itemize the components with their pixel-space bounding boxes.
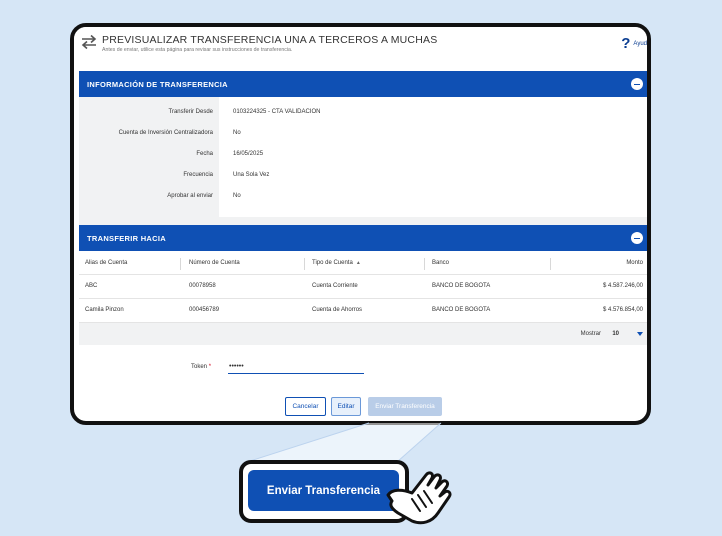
token-label-text: Token xyxy=(191,364,208,370)
info-row: Frecuencia Una Sola Vez xyxy=(79,166,647,186)
to-section-title: TRANSFERIR HACIA xyxy=(87,233,166,243)
info-row: Aprobar al enviar No xyxy=(79,187,647,207)
send-transfer-button[interactable]: Enviar Transferencia xyxy=(368,397,442,416)
page-size-select[interactable]: 10 xyxy=(612,331,619,337)
app-window: PREVISUALIZAR TRANSFERENCIA UNA A TERCER… xyxy=(70,23,651,425)
info-section-title: INFORMACIÓN DE TRANSFERENCIA xyxy=(87,79,228,89)
table-row: ABC 00078958 Cuenta Corriente BANCO DE B… xyxy=(79,275,647,299)
table-row: Camila Pinzon 000456789 Cuenta de Ahorro… xyxy=(79,299,647,323)
recipients-table: Alias de Cuenta Número de Cuenta Tipo de… xyxy=(79,253,647,323)
info-value: Una Sola Vez xyxy=(233,172,270,178)
sort-ascending-icon: ▲ xyxy=(355,260,361,266)
help-label: Ayud xyxy=(633,40,647,47)
info-panel: Transferir Desde 0103224325 - CTA VALIDA… xyxy=(79,97,647,217)
table-header: Alias de Cuenta Número de Cuenta Tipo de… xyxy=(79,253,647,275)
column-divider xyxy=(304,258,305,270)
info-row: Transferir Desde 0103224325 - CTA VALIDA… xyxy=(79,103,647,123)
info-section-header[interactable]: INFORMACIÓN DE TRANSFERENCIA xyxy=(79,71,647,97)
pagination-bar: Mostrar 10 xyxy=(79,323,647,345)
info-label: Cuenta de Inversión Centralizadora xyxy=(118,130,213,136)
info-value: 16/05/2025 xyxy=(233,151,264,157)
cell-amount: $ 4.587.246,00 xyxy=(602,283,643,289)
token-input[interactable] xyxy=(228,359,364,374)
info-row: Cuenta de Inversión Centralizadora No xyxy=(79,124,647,144)
question-mark-icon: ? xyxy=(621,35,631,52)
edit-button[interactable]: Editar xyxy=(331,397,361,416)
info-label: Fecha xyxy=(196,151,213,157)
cell-bank: BANCO DE BOGOTA xyxy=(432,307,491,313)
cell-alias: Camila Pinzon xyxy=(85,307,124,313)
page-title: PREVISUALIZAR TRANSFERENCIA UNA A TERCER… xyxy=(102,34,438,46)
column-header-type[interactable]: Tipo de Cuenta ▲ xyxy=(312,260,361,266)
column-divider xyxy=(550,258,551,270)
token-label: Token * xyxy=(191,364,211,370)
info-value: No xyxy=(233,193,241,199)
cell-alias: ABC xyxy=(85,283,98,289)
chevron-down-icon[interactable] xyxy=(637,332,643,336)
cell-type: Cuenta Corriente xyxy=(312,283,358,289)
column-header-amount[interactable]: Monto xyxy=(626,260,643,266)
page-header: PREVISUALIZAR TRANSFERENCIA UNA A TERCER… xyxy=(74,27,647,69)
column-header-type-label: Tipo de Cuenta xyxy=(312,260,353,266)
cell-amount: $ 4.576.854,00 xyxy=(602,307,643,313)
cell-account: 00078958 xyxy=(189,283,216,289)
info-row: Fecha 16/05/2025 xyxy=(79,145,647,165)
cell-account: 000456789 xyxy=(189,307,220,313)
pointing-hand-icon xyxy=(386,471,452,525)
column-header-alias[interactable]: Alias de Cuenta xyxy=(85,260,127,266)
info-label: Transferir Desde xyxy=(168,109,213,115)
column-divider xyxy=(424,258,425,270)
required-mark: * xyxy=(208,364,212,370)
info-label: Aprobar al enviar xyxy=(167,193,213,199)
column-header-bank[interactable]: Banco xyxy=(432,260,449,266)
send-transfer-button-zoomed[interactable]: Enviar Transferencia xyxy=(248,470,399,511)
info-value: 0103224325 - CTA VALIDACION xyxy=(233,109,321,115)
collapse-icon[interactable] xyxy=(631,232,643,244)
cell-type: Cuenta de Ahorros xyxy=(312,307,363,313)
transfer-arrows-icon xyxy=(81,34,97,50)
cancel-button[interactable]: Cancelar xyxy=(285,397,326,416)
info-label: Frecuencia xyxy=(183,172,213,178)
column-header-account[interactable]: Número de Cuenta xyxy=(189,260,240,266)
page-size-label: Mostrar xyxy=(580,331,601,337)
to-section-header[interactable]: TRANSFERIR HACIA xyxy=(79,225,647,251)
column-divider xyxy=(180,258,181,270)
cell-bank: BANCO DE BOGOTA xyxy=(432,283,491,289)
help-link[interactable]: ? Ayud xyxy=(621,36,647,51)
page-subtitle: Antes de enviar, utilice esta página par… xyxy=(102,47,293,53)
info-value: No xyxy=(233,130,241,136)
collapse-icon[interactable] xyxy=(631,78,643,90)
